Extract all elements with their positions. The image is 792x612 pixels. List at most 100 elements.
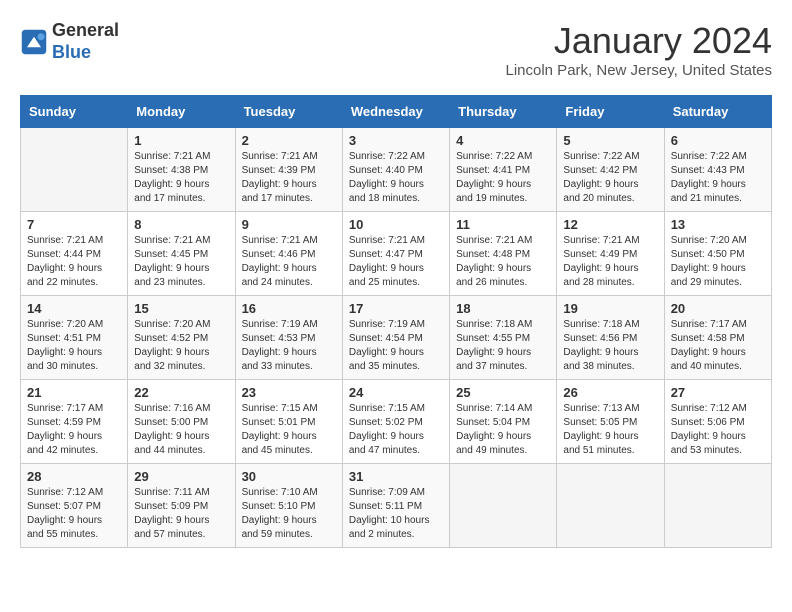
day-number: 11 bbox=[456, 217, 550, 232]
day-info: Sunrise: 7:15 AM Sunset: 5:02 PM Dayligh… bbox=[349, 402, 443, 458]
calendar-cell: 26 Sunrise: 7:13 AM Sunset: 5:05 PM Dayli… bbox=[557, 380, 664, 464]
calendar-cell: 20Sunrise: 7:17 AM Sunset: 4:58 PM Dayli… bbox=[664, 296, 771, 380]
day-number: 22 bbox=[134, 385, 228, 400]
day-number: 10 bbox=[349, 217, 443, 232]
calendar-week-1: 7 Sunrise: 7:21 AM Sunset: 4:44 PM Daylig… bbox=[21, 212, 772, 296]
day-number: 21 bbox=[27, 385, 121, 400]
calendar-cell: 11Sunrise: 7:21 AM Sunset: 4:48 PM Dayli… bbox=[450, 212, 557, 296]
day-number: 16 bbox=[242, 301, 336, 316]
day-number: 19 bbox=[563, 301, 657, 316]
day-info: Sunrise: 7:17 AM Sunset: 4:58 PM Dayligh… bbox=[671, 318, 765, 374]
day-number: 29 bbox=[134, 469, 228, 484]
calendar-cell: 23 Sunrise: 7:15 AM Sunset: 5:01 PM Dayli… bbox=[235, 380, 342, 464]
weekday-header-tuesday: Tuesday bbox=[235, 96, 342, 128]
calendar-week-3: 21Sunrise: 7:17 AM Sunset: 4:59 PM Dayli… bbox=[21, 380, 772, 464]
day-info: Sunrise: 7:22 AM Sunset: 4:43 PM Dayligh… bbox=[671, 150, 765, 206]
day-info: Sunrise: 7:09 AM Sunset: 5:11 PM Dayligh… bbox=[349, 486, 443, 542]
day-info: Sunrise: 7:21 AM Sunset: 4:44 PM Dayligh… bbox=[27, 234, 121, 290]
day-number: 5 bbox=[563, 133, 657, 148]
day-info: Sunrise: 7:16 AM Sunset: 5:00 PM Dayligh… bbox=[134, 402, 228, 458]
calendar-cell: 24 Sunrise: 7:15 AM Sunset: 5:02 PM Dayli… bbox=[342, 380, 449, 464]
calendar-cell: 14Sunrise: 7:20 AM Sunset: 4:51 PM Dayli… bbox=[21, 296, 128, 380]
day-number: 18 bbox=[456, 301, 550, 316]
weekday-header-saturday: Saturday bbox=[664, 96, 771, 128]
day-number: 3 bbox=[349, 133, 443, 148]
weekday-header-friday: Friday bbox=[557, 96, 664, 128]
calendar-cell: 19Sunrise: 7:18 AM Sunset: 4:56 PM Dayli… bbox=[557, 296, 664, 380]
day-info: Sunrise: 7:15 AM Sunset: 5:01 PM Dayligh… bbox=[242, 402, 336, 458]
day-number: 24 bbox=[349, 385, 443, 400]
calendar-cell bbox=[557, 464, 664, 548]
calendar-cell: 2 Sunrise: 7:21 AM Sunset: 4:39 PM Daylig… bbox=[235, 128, 342, 212]
day-info: Sunrise: 7:14 AM Sunset: 5:04 PM Dayligh… bbox=[456, 402, 550, 458]
calendar-cell: 27 Sunrise: 7:12 AM Sunset: 5:06 PM Dayli… bbox=[664, 380, 771, 464]
day-number: 8 bbox=[134, 217, 228, 232]
calendar-cell: 18 Sunrise: 7:18 AM Sunset: 4:55 PM Dayli… bbox=[450, 296, 557, 380]
header: General Blue January 2024 Lincoln Park, … bbox=[20, 20, 772, 79]
weekday-header-sunday: Sunday bbox=[21, 96, 128, 128]
day-info: Sunrise: 7:22 AM Sunset: 4:40 PM Dayligh… bbox=[349, 150, 443, 206]
calendar-cell: 31 Sunrise: 7:09 AM Sunset: 5:11 PM Dayli… bbox=[342, 464, 449, 548]
day-info: Sunrise: 7:20 AM Sunset: 4:52 PM Dayligh… bbox=[134, 318, 228, 374]
calendar-cell bbox=[450, 464, 557, 548]
day-info: Sunrise: 7:11 AM Sunset: 5:09 PM Dayligh… bbox=[134, 486, 228, 542]
day-number: 13 bbox=[671, 217, 765, 232]
calendar-cell: 16 Sunrise: 7:19 AM Sunset: 4:53 PM Dayli… bbox=[235, 296, 342, 380]
calendar-cell: 5 Sunrise: 7:22 AM Sunset: 4:42 PM Daylig… bbox=[557, 128, 664, 212]
day-number: 31 bbox=[349, 469, 443, 484]
calendar-cell: 1 Sunrise: 7:21 AM Sunset: 4:38 PM Daylig… bbox=[128, 128, 235, 212]
calendar-cell: 7 Sunrise: 7:21 AM Sunset: 4:44 PM Daylig… bbox=[21, 212, 128, 296]
calendar-cell: 25 Sunrise: 7:14 AM Sunset: 5:04 PM Dayli… bbox=[450, 380, 557, 464]
calendar-cell: 28 Sunrise: 7:12 AM Sunset: 5:07 PM Dayli… bbox=[21, 464, 128, 548]
day-info: Sunrise: 7:20 AM Sunset: 4:51 PM Dayligh… bbox=[27, 318, 121, 374]
day-info: Sunrise: 7:19 AM Sunset: 4:54 PM Dayligh… bbox=[349, 318, 443, 374]
day-number: 23 bbox=[242, 385, 336, 400]
calendar-cell: 10 Sunrise: 7:21 AM Sunset: 4:47 PM Dayli… bbox=[342, 212, 449, 296]
calendar-cell: 13 Sunrise: 7:20 AM Sunset: 4:50 PM Dayli… bbox=[664, 212, 771, 296]
day-info: Sunrise: 7:19 AM Sunset: 4:53 PM Dayligh… bbox=[242, 318, 336, 374]
day-info: Sunrise: 7:22 AM Sunset: 4:42 PM Dayligh… bbox=[563, 150, 657, 206]
day-number: 17 bbox=[349, 301, 443, 316]
day-info: Sunrise: 7:21 AM Sunset: 4:49 PM Dayligh… bbox=[563, 234, 657, 290]
day-number: 25 bbox=[456, 385, 550, 400]
day-info: Sunrise: 7:13 AM Sunset: 5:05 PM Dayligh… bbox=[563, 402, 657, 458]
day-number: 26 bbox=[563, 385, 657, 400]
day-number: 2 bbox=[242, 133, 336, 148]
day-number: 12 bbox=[563, 217, 657, 232]
day-number: 1 bbox=[134, 133, 228, 148]
weekday-header-monday: Monday bbox=[128, 96, 235, 128]
day-number: 28 bbox=[27, 469, 121, 484]
weekday-header-thursday: Thursday bbox=[450, 96, 557, 128]
day-number: 27 bbox=[671, 385, 765, 400]
day-number: 15 bbox=[134, 301, 228, 316]
month-title: January 2024 bbox=[505, 20, 772, 62]
day-info: Sunrise: 7:12 AM Sunset: 5:07 PM Dayligh… bbox=[27, 486, 121, 542]
title-area: January 2024 Lincoln Park, New Jersey, U… bbox=[505, 20, 772, 79]
day-info: Sunrise: 7:21 AM Sunset: 4:47 PM Dayligh… bbox=[349, 234, 443, 290]
day-info: Sunrise: 7:21 AM Sunset: 4:38 PM Dayligh… bbox=[134, 150, 228, 206]
calendar-cell: 8 Sunrise: 7:21 AM Sunset: 4:45 PM Daylig… bbox=[128, 212, 235, 296]
logo-general-text: General bbox=[52, 20, 119, 42]
day-info: Sunrise: 7:21 AM Sunset: 4:45 PM Dayligh… bbox=[134, 234, 228, 290]
calendar-cell bbox=[664, 464, 771, 548]
logo-icon bbox=[20, 28, 48, 56]
day-info: Sunrise: 7:12 AM Sunset: 5:06 PM Dayligh… bbox=[671, 402, 765, 458]
calendar-cell: 21Sunrise: 7:17 AM Sunset: 4:59 PM Dayli… bbox=[21, 380, 128, 464]
calendar-week-2: 14Sunrise: 7:20 AM Sunset: 4:51 PM Dayli… bbox=[21, 296, 772, 380]
day-info: Sunrise: 7:18 AM Sunset: 4:55 PM Dayligh… bbox=[456, 318, 550, 374]
calendar-cell: 3 Sunrise: 7:22 AM Sunset: 4:40 PM Daylig… bbox=[342, 128, 449, 212]
day-number: 30 bbox=[242, 469, 336, 484]
calendar-cell: 6Sunrise: 7:22 AM Sunset: 4:43 PM Daylig… bbox=[664, 128, 771, 212]
weekday-header-wednesday: Wednesday bbox=[342, 96, 449, 128]
calendar-table: SundayMondayTuesdayWednesdayThursdayFrid… bbox=[20, 95, 772, 548]
calendar-cell bbox=[21, 128, 128, 212]
calendar-week-0: 1 Sunrise: 7:21 AM Sunset: 4:38 PM Daylig… bbox=[21, 128, 772, 212]
calendar-cell: 29 Sunrise: 7:11 AM Sunset: 5:09 PM Dayli… bbox=[128, 464, 235, 548]
day-info: Sunrise: 7:21 AM Sunset: 4:39 PM Dayligh… bbox=[242, 150, 336, 206]
calendar-cell: 4Sunrise: 7:22 AM Sunset: 4:41 PM Daylig… bbox=[450, 128, 557, 212]
day-number: 7 bbox=[27, 217, 121, 232]
calendar-cell: 12 Sunrise: 7:21 AM Sunset: 4:49 PM Dayli… bbox=[557, 212, 664, 296]
calendar-cell: 9Sunrise: 7:21 AM Sunset: 4:46 PM Daylig… bbox=[235, 212, 342, 296]
day-info: Sunrise: 7:10 AM Sunset: 5:10 PM Dayligh… bbox=[242, 486, 336, 542]
day-info: Sunrise: 7:20 AM Sunset: 4:50 PM Dayligh… bbox=[671, 234, 765, 290]
